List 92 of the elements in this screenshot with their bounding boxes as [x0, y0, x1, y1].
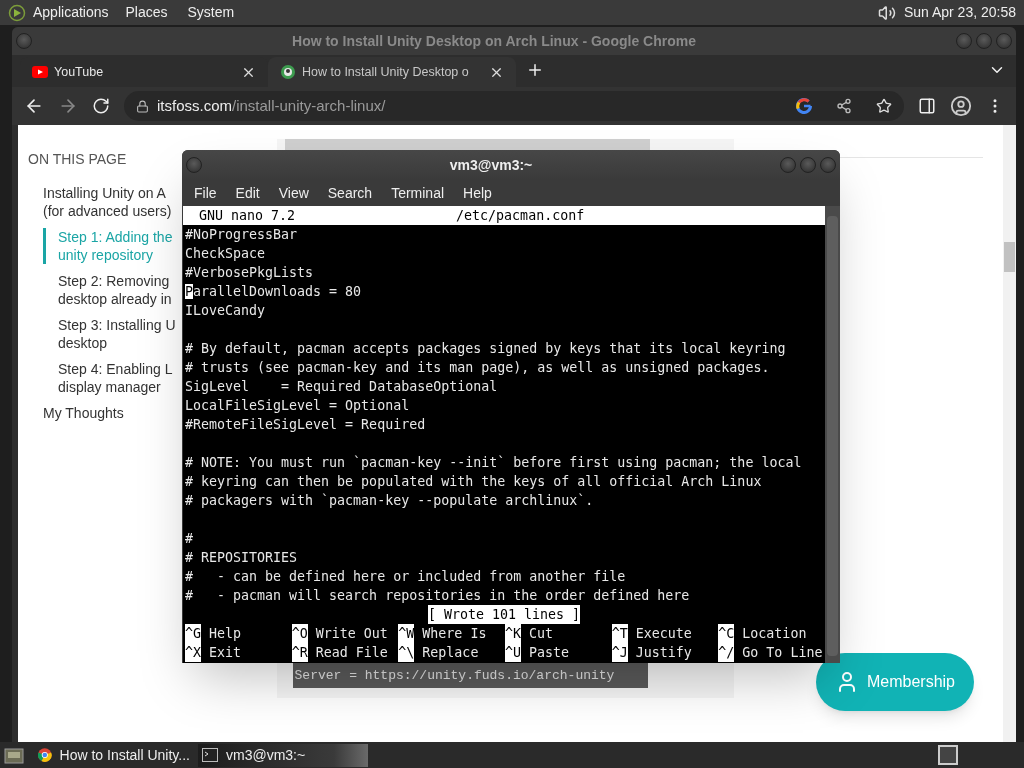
site-logo-icon	[280, 64, 296, 80]
toc-link[interactable]: My Thoughts	[28, 404, 124, 422]
task-title: vm3@vm3:~	[226, 745, 306, 765]
toc-link[interactable]: Step 4: Enabling L display manager	[43, 360, 173, 396]
workspace-switcher[interactable]	[938, 745, 958, 765]
toc-link[interactable]: Installing Unity on A (for advanced users)	[28, 184, 172, 220]
shortcut-key: ^O	[291, 624, 308, 643]
text-cursor: P	[185, 284, 193, 299]
editor-line: # REPOSITORIES	[184, 549, 298, 567]
editor-line: #VerbosePkgLists	[184, 264, 314, 282]
url-domain: itsfoss.com	[157, 95, 232, 116]
menu-item[interactable]: View	[278, 182, 309, 204]
share-icon[interactable]	[836, 98, 852, 114]
editor-line: # By default, pacman accepts packages signed by keys that its local keyring	[184, 340, 786, 358]
shortcut-key: ^U	[505, 643, 521, 662]
code-text: Server = https://unity.fuds.io/arch-unity	[294, 666, 615, 685]
taskbar-button[interactable]: vm3@vm3:~	[198, 743, 368, 767]
shortcut-label: Justify	[635, 644, 692, 662]
google-logo-icon[interactable]	[796, 98, 812, 114]
terminal-icon	[202, 748, 218, 762]
shortcut-label: Where Is	[422, 625, 487, 643]
editor-line: SigLevel = Required DatabaseOptional	[184, 378, 498, 396]
scrollbar[interactable]	[1003, 125, 1016, 742]
new-tab-icon[interactable]	[526, 61, 544, 79]
shortcut-key: ^T	[611, 624, 628, 643]
editor-line: ParallelDownloads = 80	[184, 283, 362, 301]
editor-line: # - pacman will search repositories in the order defined here	[184, 587, 690, 605]
menu-item[interactable]: Edit	[235, 182, 260, 204]
status-message: [ Wrote 101 lines ]	[427, 605, 581, 624]
editor-line: #	[184, 530, 193, 548]
shortcut-label: Read File	[315, 644, 388, 662]
shortcut-label: Write Out	[315, 625, 388, 643]
shortcut-key: ^J	[611, 643, 628, 662]
reload-icon[interactable]	[92, 97, 110, 115]
lock-icon	[136, 99, 149, 113]
editor-line: # trusts (see pacman-key and its man page), as well as unsigned packages.	[184, 359, 770, 377]
task-title: How to Install Unity...	[59, 745, 190, 765]
panel-menu[interactable]: Places	[125, 2, 168, 23]
shortcut-label: Cut	[529, 625, 554, 643]
scrollbar-thumb[interactable]	[1004, 242, 1016, 272]
side-panel-icon[interactable]	[918, 97, 936, 115]
nano-version: GNU nano 7.2	[199, 207, 296, 225]
editor-line: ILoveCandy	[184, 302, 266, 320]
tab-title: How to Install Unity Desktop o	[302, 63, 470, 81]
shortcut-label: Location	[742, 625, 807, 643]
panel-menu[interactable]: System	[187, 2, 235, 23]
editor-line: LocalFileSigLevel = Optional	[184, 397, 410, 415]
menu-item[interactable]: File	[194, 182, 217, 204]
shortcut-label: Exit	[209, 644, 242, 662]
shortcut-label: Help	[209, 625, 242, 643]
shortcut-key: ^X	[185, 643, 201, 662]
shortcut-key: ^R	[291, 643, 308, 662]
editor-line: # keyring can then be populated with the keys of all official Arch Linux	[184, 473, 762, 491]
shortcut-key: ^G	[185, 624, 201, 643]
shortcut-key: ^/	[718, 643, 735, 662]
browser-logo-icon	[38, 747, 52, 763]
editor-line: #NoProgressBar	[184, 226, 298, 244]
menu-item[interactable]: Terminal	[391, 182, 445, 204]
toc-link[interactable]: Step 2: Removing desktop already in	[43, 272, 172, 308]
taskbar-button[interactable]: How to Install Unity...	[34, 743, 194, 767]
editor-line: CheckSpace	[184, 245, 266, 263]
editor-line: # NOTE: You must run `pacman-key --init` before first using pacman; the local	[184, 454, 802, 472]
browser-tab[interactable]: How to Install Unity Desktop o	[268, 57, 516, 87]
toc-link[interactable]: Step 3: Installing U desktop	[43, 316, 176, 352]
toc-heading: ON THIS PAGE	[28, 150, 127, 169]
shortcut-key: ^K	[505, 624, 521, 643]
shortcut-label: Execute	[635, 625, 692, 643]
tab-title: YouTube	[54, 63, 105, 81]
menu-item[interactable]: Search	[327, 182, 373, 204]
app-menu-icon[interactable]	[8, 3, 26, 22]
shortcut-key: ^W	[398, 624, 415, 643]
desktop-icon[interactable]	[4, 746, 24, 764]
editor-line: # - can be defined here or included from another file	[184, 568, 626, 586]
profile-icon[interactable]	[950, 95, 972, 117]
shortcut-label: Paste	[529, 644, 570, 662]
editor-line: #RemoteFileSigLevel = Required	[184, 416, 426, 434]
window-title: How to Install Unity Desktop on Arch Linux - Google Chrome	[291, 31, 697, 51]
shortcut-key: ^C	[718, 624, 735, 643]
panel-menu[interactable]: Applications	[33, 2, 109, 23]
url-path: /install-unity-arch-linux/	[232, 95, 386, 116]
volume-icon[interactable]	[877, 3, 896, 22]
editor-line: # packagers with `pacman-key --populate archlinux`.	[184, 492, 594, 510]
file-name: /etc/pacman.conf	[456, 207, 585, 225]
scrollbar[interactable]	[825, 206, 840, 663]
shortcut-key: ^\	[398, 643, 415, 662]
bookmark-icon[interactable]	[876, 98, 892, 114]
window-title: vm3@vm3:~	[448, 155, 534, 175]
clock[interactable]: Sun Apr 23, 20:58	[903, 2, 1016, 23]
menu-item[interactable]: Help	[463, 182, 492, 204]
address-bar[interactable]: itsfoss.com/install-unity-arch-linux/	[124, 91, 904, 121]
shortcut-label: Replace	[422, 644, 479, 662]
play-logo-icon	[32, 66, 48, 78]
